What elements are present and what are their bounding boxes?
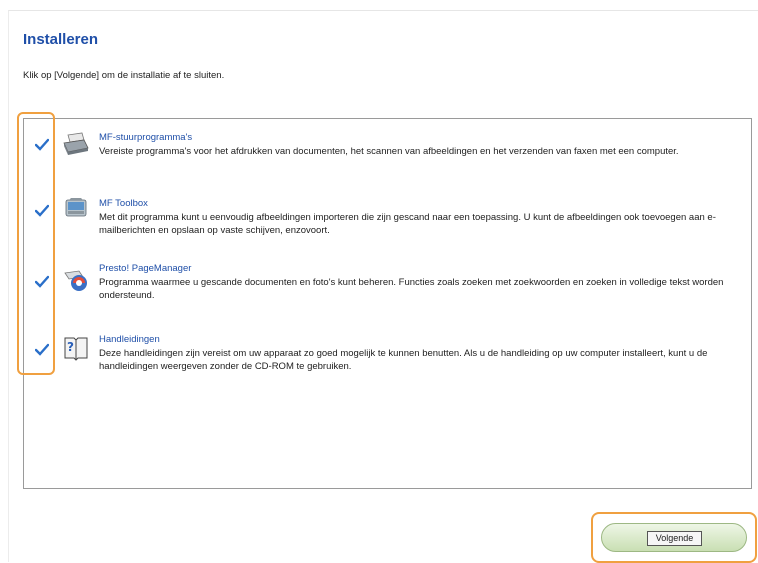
instruction-text: Klik op [Volgende] om de installatie af … xyxy=(23,70,225,81)
toolbox-icon xyxy=(65,198,87,217)
list-item-mf-driver: MF-stuurprogramma's Vereiste programma's… xyxy=(24,132,751,192)
component-list: MF-stuurprogramma's Vereiste programma's… xyxy=(23,118,752,489)
next-button-label[interactable]: Volgende xyxy=(647,531,702,546)
item-description: Programma waarmee u gescande documenten … xyxy=(99,277,724,301)
list-item-manuals: ? Handleidingen Deze handleidingen zijn … xyxy=(24,334,751,394)
item-title: MF Toolbox xyxy=(99,198,148,209)
item-title: Presto! PageManager xyxy=(99,263,192,274)
item-description: Deze handleidingen zijn vereist om uw ap… xyxy=(99,348,708,372)
next-button[interactable]: Volgende xyxy=(601,523,747,552)
svg-text:?: ? xyxy=(67,340,74,354)
printer-icon xyxy=(63,132,89,155)
checkmarks-highlight-frame xyxy=(17,112,55,375)
item-title: Handleidingen xyxy=(99,334,160,345)
page-title: Installeren xyxy=(23,31,99,48)
item-description: Met dit programma kunt u eenvoudig afbee… xyxy=(99,212,716,236)
list-item-pagemanager: Presto! PageManager Programma waarmee u … xyxy=(24,263,751,323)
pagemanager-icon xyxy=(64,270,87,291)
list-item-toolbox: MF Toolbox Met dit programma kunt u eenv… xyxy=(24,198,751,258)
item-description: Vereiste programma's voor het afdrukken … xyxy=(99,146,679,157)
installer-window: Installeren Klik op [Volgende] om de ins… xyxy=(8,10,758,563)
manual-icon: ? xyxy=(64,337,88,361)
item-title: MF-stuurprogramma's xyxy=(99,132,193,143)
